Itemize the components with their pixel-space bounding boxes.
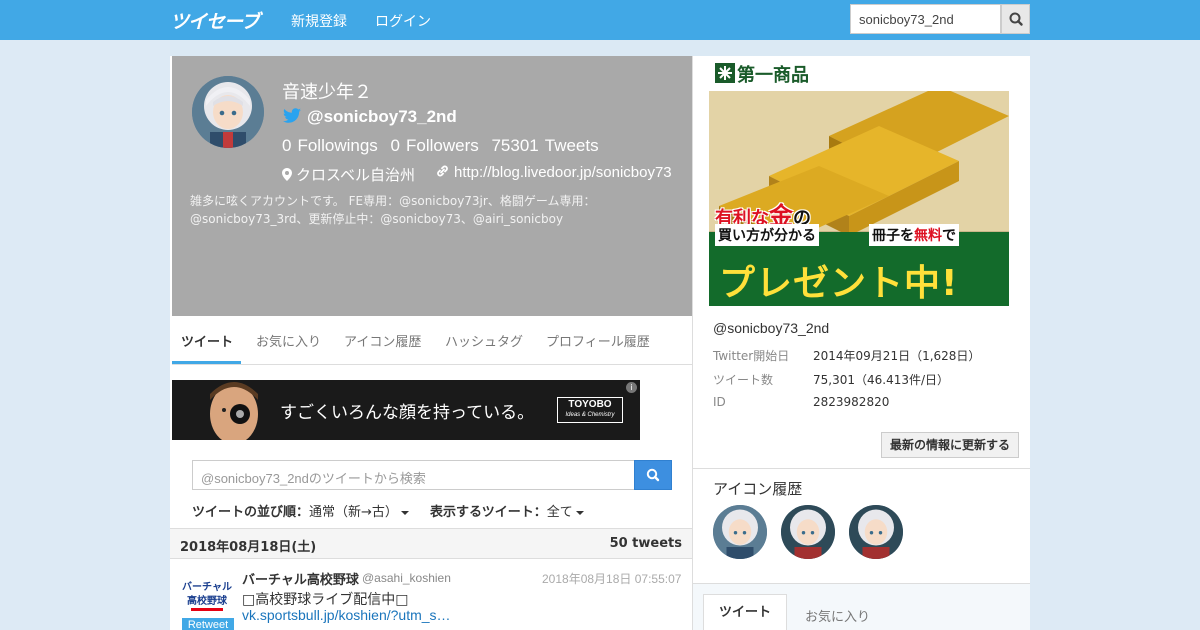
page-top-strip xyxy=(170,40,1030,56)
ad-booklet-text: 冊子を無料で xyxy=(869,224,959,246)
profile-tabs: ツイート お気に入り アイコン履歴 ハッシュタグ プロフィール履歴 xyxy=(172,316,692,365)
tweet-author-handle[interactable]: @asahi_koshien xyxy=(362,571,451,585)
signup-link[interactable]: 新規登録 xyxy=(291,11,347,31)
tab-tweets[interactable]: ツイート xyxy=(181,331,233,350)
profile-avatar[interactable] xyxy=(192,76,264,148)
banner-ad[interactable]: すごくいろんな顔を持っている。 TOYOBO Ideas & Chemistry… xyxy=(172,380,640,440)
twitter-bird-icon xyxy=(283,108,301,123)
tab-hashtags[interactable]: ハッシュタグ xyxy=(445,331,523,350)
sort-order-dropdown[interactable]: ツイートの並び順：通常（新→古） xyxy=(192,501,409,520)
banner-text: すごくいろんな顔を持っている。 xyxy=(280,403,535,423)
search-icon xyxy=(1009,12,1023,26)
profile-location: クロスベル自治州 xyxy=(282,164,415,185)
followings-stat[interactable]: 0 Followings xyxy=(282,136,378,155)
tweet-timestamp[interactable]: 2018年08月18日 07:55:07 xyxy=(542,570,681,587)
page-container: 音速少年２ @sonicboy73_2nd 0 Followings 0 Follo… xyxy=(170,40,1030,630)
ad-brand-bar: 第一商品 xyxy=(709,56,1009,91)
tab-icon-history[interactable]: アイコン履歴 xyxy=(344,331,421,350)
map-marker-icon xyxy=(282,168,292,181)
icon-history-title: アイコン履歴 xyxy=(713,480,803,498)
link-icon xyxy=(437,165,448,177)
profile-header: 音速少年２ @sonicboy73_2nd 0 Followings 0 Follo… xyxy=(172,56,692,316)
top-nav: ツイセーブ 新規登録 ログイン sonicboy73_2nd xyxy=(0,0,1200,40)
search-icon xyxy=(646,468,660,482)
toyobo-logo: TOYOBO Ideas & Chemistry xyxy=(557,397,623,423)
tab-favorites[interactable]: お気に入り xyxy=(256,331,321,350)
profile-stats: 0 Followings 0 Followers 75301 Tweets xyxy=(282,136,607,156)
tweet-link[interactable]: vk.sportsbull.jp/koshien/?utm_s… xyxy=(242,607,451,623)
caret-down-icon xyxy=(575,510,584,515)
tweet-search-button[interactable] xyxy=(634,460,672,490)
site-logo[interactable]: ツイセーブ xyxy=(170,7,260,34)
followers-stat[interactable]: 0 Followers xyxy=(391,136,479,155)
right-tab-favorites[interactable]: お気に入り xyxy=(805,606,870,625)
icon-history-avatar[interactable] xyxy=(713,505,767,559)
account-handle: @sonicboy73_2nd xyxy=(713,320,830,336)
ad-present-text: プレゼント中! xyxy=(719,263,959,304)
profile-handle: @sonicboy73_2nd xyxy=(307,107,457,126)
tweet-filter-dropdown[interactable]: 表示するツイート：全て xyxy=(430,501,584,520)
profile-name: 音速少年２ xyxy=(282,82,372,103)
ad-info-icon[interactable]: i xyxy=(626,382,637,393)
update-info-button[interactable]: 最新の情報に更新する xyxy=(881,432,1019,458)
retweet-badge: Retweet xyxy=(182,618,234,630)
profile-bio: 雑多に呟くアカウントです。 FE専用：@sonicboy73jr、格闘ゲーム専用… xyxy=(190,194,596,226)
tweet-count-label: 50 tweets xyxy=(609,536,682,551)
caret-down-icon xyxy=(400,510,409,515)
active-tab-indicator xyxy=(172,361,241,364)
tab-profile-history[interactable]: プロフィール履歴 xyxy=(546,331,650,350)
user-search-input[interactable]: sonicboy73_2nd xyxy=(850,4,1001,34)
tweets-stat[interactable]: 75301 Tweets xyxy=(491,136,598,155)
svg-text:バーチャル: バーチャル xyxy=(182,581,232,593)
brand-logo-icon xyxy=(715,63,735,83)
section-divider xyxy=(692,468,1030,469)
tweet-search-input[interactable]: @sonicboy73_2ndのツイートから検索 xyxy=(192,460,635,490)
date-header: 2018年08月18日(土) 50 tweets xyxy=(170,528,692,559)
column-divider xyxy=(692,56,693,630)
icon-history-avatar[interactable] xyxy=(849,505,903,559)
banner-face-image xyxy=(172,380,282,440)
login-link[interactable]: ログイン xyxy=(375,11,431,31)
user-search-button[interactable] xyxy=(1001,4,1030,34)
date-label: 2018年08月18日(土) xyxy=(180,540,317,555)
right-tab-tweets[interactable]: ツイート xyxy=(703,594,787,630)
ad-subheadline: 買い方が分かる xyxy=(715,224,819,246)
tweet-avatar[interactable]: バーチャル 高校野球 xyxy=(182,570,232,620)
svg-text:高校野球: 高校野球 xyxy=(187,594,228,607)
icon-history-avatar[interactable] xyxy=(781,505,835,559)
tweet-text: □高校野球ライブ配信中□ xyxy=(242,592,409,608)
tweet-author-name[interactable]: バーチャル高校野球 xyxy=(242,569,359,588)
gold-ad[interactable]: 第一商品 有利な金の 買い方が分かる 冊子を無料で プレゼント中! xyxy=(709,56,1009,306)
profile-url[interactable]: http://blog.livedoor.jp/sonicboy73 xyxy=(435,164,672,181)
